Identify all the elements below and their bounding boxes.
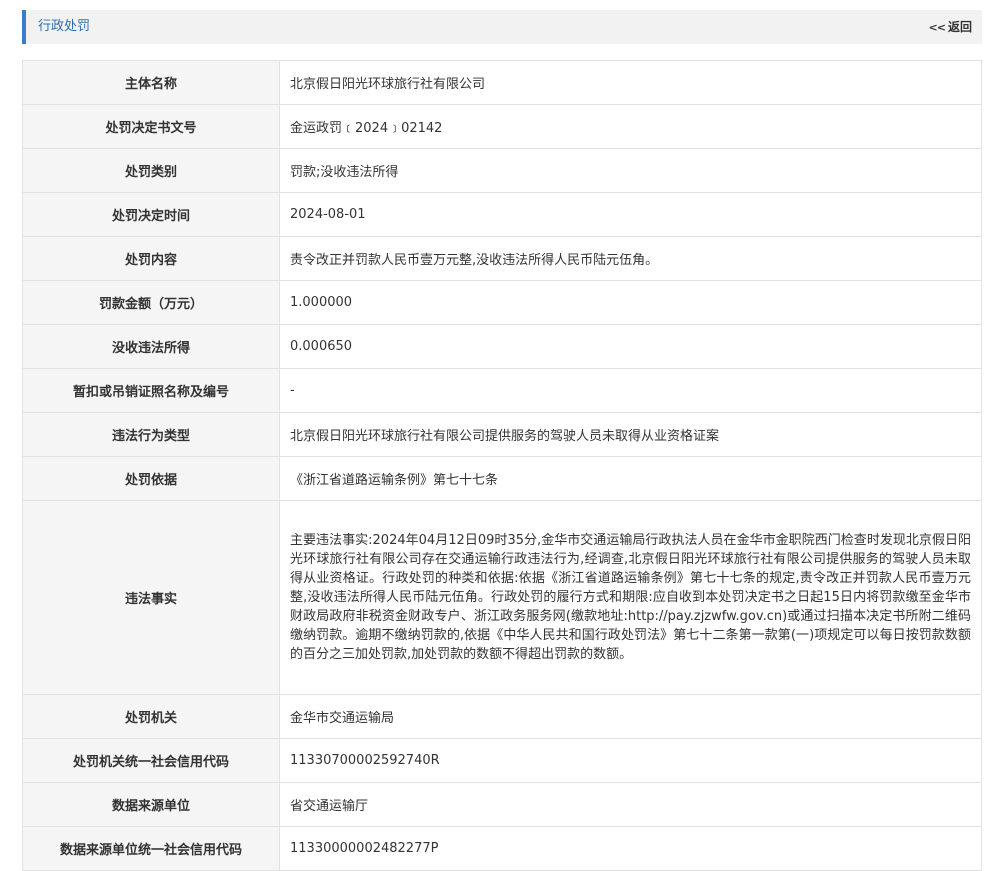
row-label: 处罚依据 — [22, 456, 280, 501]
table-row: 处罚机关 金华市交通运输局 — [22, 694, 982, 739]
row-value: 11330000002482277P — [279, 826, 982, 871]
row-label: 处罚类别 — [22, 148, 280, 193]
table-row: 违法事实 主要违法事实:2024年04月12日09时35分,金华市交通运输局行政… — [22, 500, 982, 695]
row-label: 暂扣或吊销证照名称及编号 — [22, 368, 280, 413]
row-value: 0.000650 — [279, 324, 982, 369]
table-row: 处罚依据 《浙江省道路运输条例》第七十七条 — [22, 456, 982, 501]
section-title: 行政处罚 — [38, 19, 91, 34]
row-label: 处罚机关 — [22, 694, 280, 739]
table-row: 处罚决定书文号 金运政罚﹝2024﹞02142 — [22, 104, 982, 149]
table-row: 罚款金额（万元） 1.000000 — [22, 280, 982, 325]
table-row: 处罚类别 罚款;没收违法所得 — [22, 148, 982, 193]
row-value: 金运政罚﹝2024﹞02142 — [279, 104, 982, 149]
row-value: 北京假日阳光环球旅行社有限公司 — [279, 60, 982, 105]
row-value: 北京假日阳光环球旅行社有限公司提供服务的驾驶人员未取得从业资格证案 — [279, 412, 982, 457]
row-value: - — [279, 368, 982, 413]
table-row: 数据来源单位 省交通运输厅 — [22, 782, 982, 827]
row-value: 2024-08-01 — [279, 192, 982, 237]
row-label: 主体名称 — [22, 60, 280, 105]
row-value: 11330700002592740R — [279, 738, 982, 783]
section-header: 行政处罚 << 返回 — [22, 10, 982, 44]
table-row: 处罚决定时间 2024-08-01 — [22, 192, 982, 237]
table-row: 暂扣或吊销证照名称及编号 - — [22, 368, 982, 413]
row-value: 《浙江省道路运输条例》第七十七条 — [279, 456, 982, 501]
table-row: 主体名称 北京假日阳光环球旅行社有限公司 — [22, 60, 982, 105]
table-row: 处罚内容 责令改正并罚款人民币壹万元整,没收违法所得人民币陆元伍角。 — [22, 236, 982, 281]
row-label: 处罚机关统一社会信用代码 — [22, 738, 280, 783]
back-button[interactable]: << 返回 — [929, 10, 972, 45]
table-row: 数据来源单位统一社会信用代码 11330000002482277P — [22, 826, 982, 871]
row-label: 处罚决定时间 — [22, 192, 280, 237]
row-label: 处罚决定书文号 — [22, 104, 280, 149]
row-value: 罚款;没收违法所得 — [279, 148, 982, 193]
table-row: 违法行为类型 北京假日阳光环球旅行社有限公司提供服务的驾驶人员未取得从业资格证案 — [22, 412, 982, 457]
back-label: 返回 — [947, 20, 972, 34]
table-row: 没收违法所得 0.000650 — [22, 324, 982, 369]
row-label: 没收违法所得 — [22, 324, 280, 369]
row-value: 金华市交通运输局 — [279, 694, 982, 739]
row-label: 数据来源单位 — [22, 782, 280, 827]
row-value: 责令改正并罚款人民币壹万元整,没收违法所得人民币陆元伍角。 — [279, 236, 982, 281]
penalty-info-table: 主体名称 北京假日阳光环球旅行社有限公司 处罚决定书文号 金运政罚﹝2024﹞0… — [22, 60, 982, 871]
table-row: 处罚机关统一社会信用代码 11330700002592740R — [22, 738, 982, 783]
row-value: 1.000000 — [279, 280, 982, 325]
row-label: 违法行为类型 — [22, 412, 280, 457]
row-label: 罚款金额（万元） — [22, 280, 280, 325]
row-label: 违法事实 — [22, 500, 280, 695]
row-label: 数据来源单位统一社会信用代码 — [22, 826, 280, 871]
row-value: 省交通运输厅 — [279, 782, 982, 827]
row-value: 主要违法事实:2024年04月12日09时35分,金华市交通运输局行政执法人员在… — [279, 500, 982, 695]
double-chevron-left-icon: << — [928, 21, 946, 34]
row-label: 处罚内容 — [22, 236, 280, 281]
